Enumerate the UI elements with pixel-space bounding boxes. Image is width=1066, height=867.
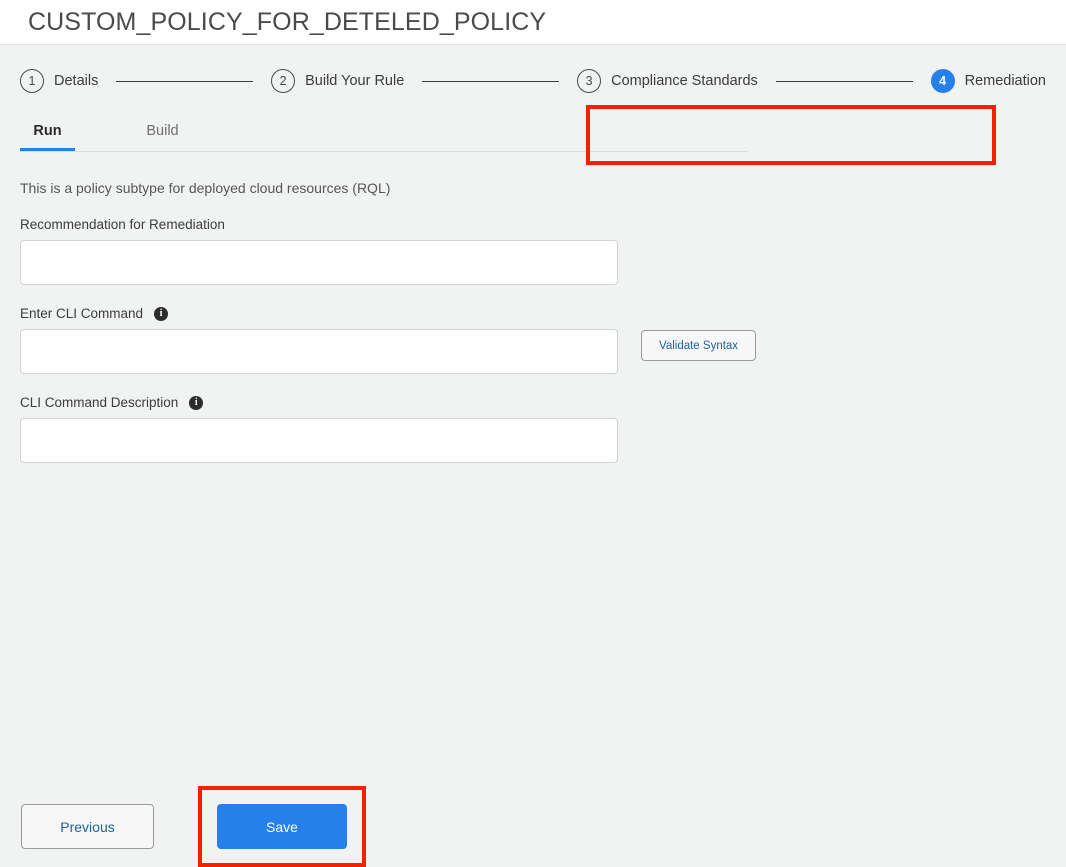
- label-text: Enter CLI Command: [20, 306, 143, 321]
- step-connector-3: [776, 81, 913, 82]
- field-row-recommendation: [20, 240, 1066, 285]
- stepper: 1 Details 2 Build Your Rule 3 Compliance…: [0, 45, 1066, 117]
- field-recommendation-for-remediation: Recommendation for Remediation: [20, 217, 1066, 285]
- step-number-1: 1: [20, 69, 44, 93]
- step-build-your-rule[interactable]: 2 Build Your Rule: [271, 69, 404, 93]
- step-label-remediation: Remediation: [965, 73, 1046, 89]
- tab-bar: Run Build: [20, 117, 748, 152]
- save-button[interactable]: Save: [217, 804, 347, 849]
- page-title: CUSTOM_POLICY_FOR_DETELED_POLICY: [28, 8, 546, 37]
- label-text: Recommendation for Remediation: [20, 217, 225, 232]
- step-label-details: Details: [54, 73, 98, 89]
- step-number-2: 2: [271, 69, 295, 93]
- previous-button[interactable]: Previous: [21, 804, 154, 849]
- label-cli-command-description: CLI Command Description i: [20, 395, 1066, 410]
- field-cli-command-description: CLI Command Description i: [20, 395, 1066, 463]
- enter-cli-command-input[interactable]: [20, 329, 618, 374]
- app-header: CUSTOM_POLICY_FOR_DETELED_POLICY: [0, 0, 1066, 45]
- step-connector-2: [422, 81, 559, 82]
- info-icon[interactable]: i: [154, 307, 168, 321]
- label-enter-cli-command: Enter CLI Command i: [20, 306, 1066, 321]
- label-recommendation-for-remediation: Recommendation for Remediation: [20, 217, 1066, 232]
- recommendation-for-remediation-input[interactable]: [20, 240, 618, 285]
- tab-run[interactable]: Run: [20, 123, 75, 151]
- field-enter-cli-command: Enter CLI Command i Validate Syntax: [20, 306, 1066, 374]
- footer-actions: Previous Save: [0, 786, 1066, 867]
- label-text: CLI Command Description: [20, 395, 178, 410]
- remediation-form: This is a policy subtype for deployed cl…: [0, 180, 1066, 463]
- step-label-compliance-standards: Compliance Standards: [611, 73, 758, 89]
- step-label-build-your-rule: Build Your Rule: [305, 73, 404, 89]
- tab-build[interactable]: Build: [135, 123, 190, 151]
- step-details[interactable]: 1 Details: [20, 69, 98, 93]
- step-compliance-standards[interactable]: 3 Compliance Standards: [577, 69, 758, 93]
- validate-syntax-button[interactable]: Validate Syntax: [641, 330, 756, 361]
- step-connector-1: [116, 81, 253, 82]
- step-number-4: 4: [931, 69, 955, 93]
- step-remediation[interactable]: 4 Remediation: [931, 69, 1046, 93]
- stepper-wrap: 1 Details 2 Build Your Rule 3 Compliance…: [0, 45, 1066, 117]
- save-button-highlight-annotation: Save: [198, 786, 366, 867]
- policy-subtype-note: This is a policy subtype for deployed cl…: [20, 180, 1066, 196]
- step-number-3: 3: [577, 69, 601, 93]
- field-row-cli-description: [20, 418, 1066, 463]
- field-row-cli-command: Validate Syntax: [20, 329, 1066, 374]
- cli-command-description-input[interactable]: [20, 418, 618, 463]
- info-icon[interactable]: i: [189, 396, 203, 410]
